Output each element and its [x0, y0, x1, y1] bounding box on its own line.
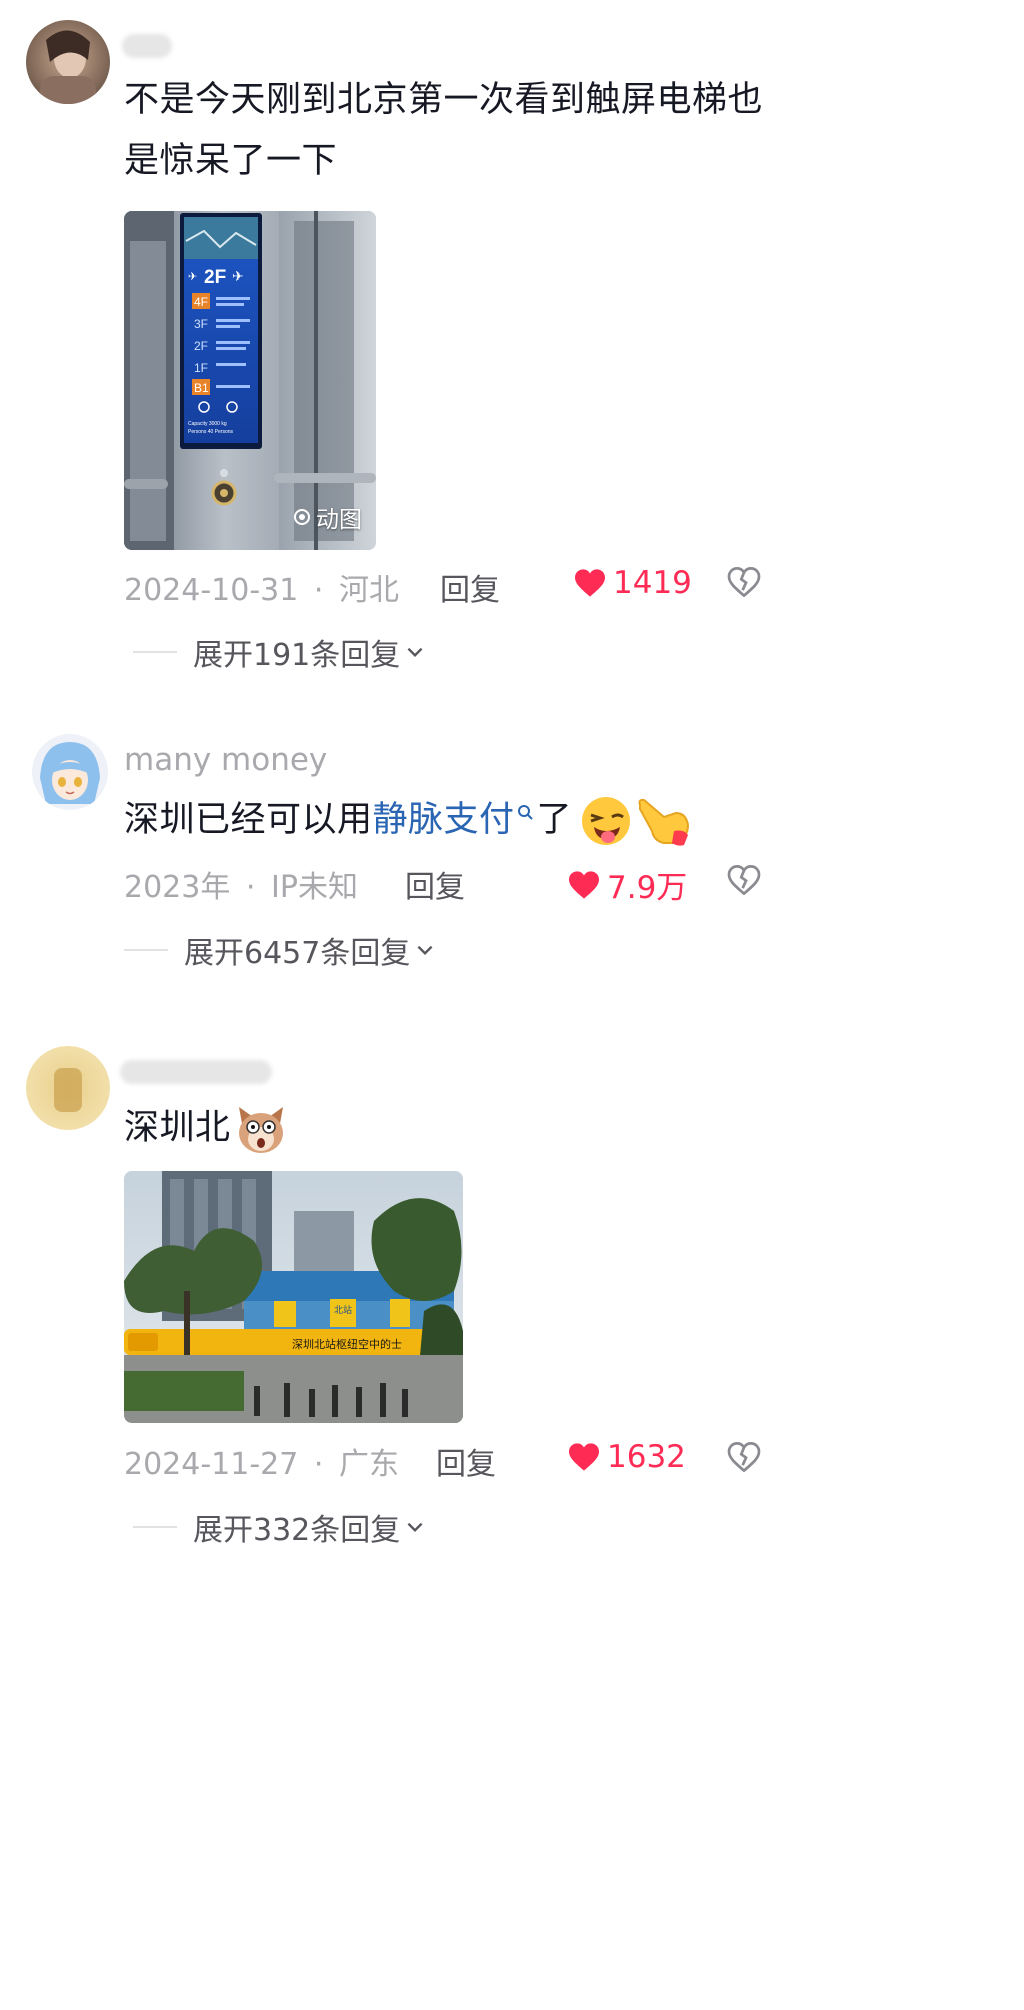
svg-text:✈: ✈	[188, 270, 197, 283]
broken-heart-icon	[727, 1441, 761, 1473]
chevron-down-icon	[417, 945, 433, 956]
avatar[interactable]	[26, 1046, 110, 1130]
meta-separator: ·	[313, 1447, 324, 1482]
heart-icon	[569, 1443, 599, 1471]
banner-text: 深圳北站枢纽空中的士	[292, 1337, 402, 1351]
reply-button[interactable]: 回复	[440, 565, 500, 609]
broken-heart-icon	[727, 864, 761, 896]
gif-label: 动图	[316, 507, 362, 533]
broken-heart-icon	[727, 566, 761, 598]
expand-replies[interactable]: 展开191条回复	[133, 630, 426, 674]
floor-button: 3F	[194, 317, 208, 331]
expand-replies-label: 展开332条回复	[193, 1513, 401, 1548]
heart-icon	[569, 870, 599, 899]
reply-button[interactable]: 回复	[405, 862, 465, 906]
avatar[interactable]	[32, 734, 108, 810]
comment-text: 深圳已经可以用 静脉支付了	[124, 790, 692, 851]
station-sign-text: 北站	[334, 1304, 352, 1316]
wink-tongue-emoji-icon	[582, 796, 631, 845]
like-count: 1419	[613, 565, 692, 601]
capacity-text: Capacity 3000 kg	[188, 421, 227, 427]
username[interactable]: many money	[124, 742, 327, 778]
like-button[interactable]: 7.9万	[567, 862, 687, 907]
floor-button: 2F	[194, 339, 208, 353]
meta-separator: ·	[313, 573, 324, 608]
gif-icon	[294, 509, 310, 525]
blurred-username	[120, 1060, 272, 1084]
like-button[interactable]: 1419	[573, 565, 692, 601]
expand-replies-label: 展开191条回复	[193, 638, 401, 673]
meta-separator: ·	[245, 870, 256, 905]
comment-text-part: 深圳北	[124, 1108, 231, 1148]
gif-badge: 动图	[294, 500, 362, 534]
comment-meta: 2024-10-31 · 河北	[124, 565, 399, 609]
search-keyword-link[interactable]: 静脉支付	[373, 790, 515, 851]
capacity-text: Persons 40 Persons	[188, 429, 234, 435]
comment-gif[interactable]: 2F ✈ ✈ 4F 3F 2F 1F B1 Capacity 3000 kg P…	[124, 211, 376, 550]
chevron-down-icon	[407, 1522, 423, 1533]
current-floor: 2F	[204, 267, 226, 288]
like-button[interactable]: 1632	[567, 1439, 686, 1475]
avatar[interactable]	[26, 20, 110, 104]
comment-date: 2024-11-27	[124, 1447, 299, 1482]
comment-location: 广东	[339, 1447, 399, 1482]
comment-text: 深圳北	[124, 1098, 289, 1159]
comment-photo[interactable]: 北站 深圳北站枢纽空中的士	[124, 1171, 463, 1423]
expand-replies[interactable]: 展开6457条回复	[124, 928, 436, 972]
floor-button: B1	[194, 381, 209, 395]
floor-button: 4F	[194, 295, 208, 309]
comment-meta: 2024-11-27 · 广东	[124, 1439, 399, 1483]
chevron-down-icon	[407, 647, 423, 658]
search-icon	[517, 804, 533, 820]
heart-icon	[575, 569, 605, 597]
comment-location: 河北	[339, 573, 399, 608]
floor-button: 1F	[194, 361, 208, 375]
pointing-hand-emoji-icon	[638, 798, 690, 846]
svg-text:✈: ✈	[232, 269, 244, 285]
reply-button[interactable]: 回复	[436, 1439, 496, 1483]
comment-meta: 2023年 · IP未知	[124, 862, 358, 906]
comment-date: 2024-10-31	[124, 573, 299, 608]
like-count: 1632	[607, 1439, 686, 1475]
comment-text: 不是今天刚到北京第一次看到触屏电梯也是惊呆了一下	[124, 80, 764, 181]
search-keyword-text: 静脉支付	[372, 800, 515, 840]
expand-replies[interactable]: 展开332条回复	[133, 1505, 426, 1549]
comment-text-part: 了	[536, 800, 573, 840]
dislike-button[interactable]	[727, 1441, 761, 1476]
shocked-dog-emoji-icon	[238, 1106, 283, 1153]
dislike-button[interactable]	[727, 566, 761, 601]
comment-date: 2023年	[124, 870, 231, 905]
dislike-button[interactable]	[727, 864, 761, 899]
comment-location: IP未知	[271, 870, 358, 905]
like-count: 7.9万	[607, 870, 688, 906]
comment-text-part: 深圳已经可以用	[124, 800, 373, 840]
expand-replies-label: 展开6457条回复	[184, 936, 411, 971]
blurred-username	[122, 34, 172, 58]
